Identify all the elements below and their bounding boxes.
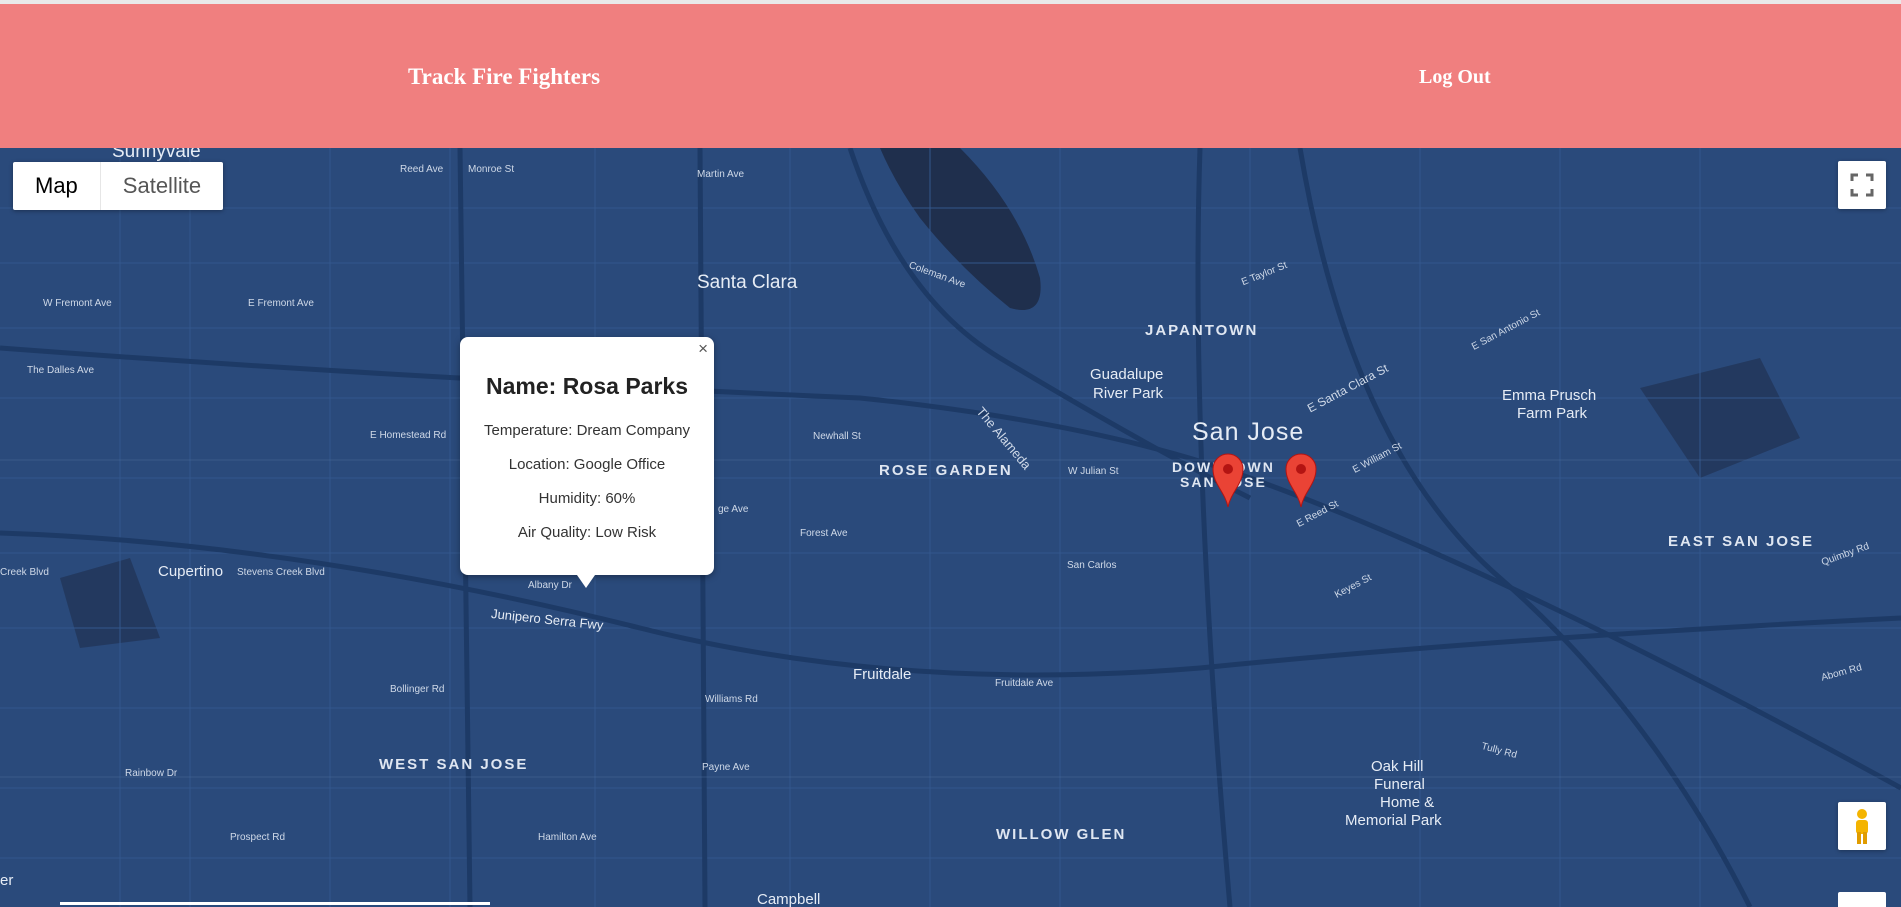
street-label: ge Ave	[718, 504, 749, 515]
label-campbell: Campbell	[757, 891, 821, 907]
label-emma-2: Farm Park	[1517, 405, 1588, 422]
marker-pin-icon	[1285, 453, 1317, 508]
label-oak-hill-4: Memorial Park	[1345, 812, 1442, 829]
logout-link[interactable]: Log Out	[1419, 66, 1491, 89]
street-label: Hamilton Ave	[538, 832, 597, 843]
street-label: Creek Blvd	[0, 567, 49, 578]
air-quality-text: Air Quality: Low Risk	[517, 524, 657, 541]
temperature-text: Temperature: Dream Company	[484, 422, 690, 439]
location-text: Location: Google Office	[508, 456, 666, 473]
map-type-satellite-button[interactable]: Satellite	[101, 162, 223, 210]
marker-info-window: × Name: Rosa Parks Temperature: Dream Co…	[460, 337, 714, 588]
label-river-park: River Park	[1093, 385, 1164, 402]
firefighter-name: Name: Rosa Parks	[486, 373, 688, 399]
map-canvas[interactable]: Sunnyvale Santa Clara JAPANTOWN Guadalup…	[0, 148, 1901, 907]
street-label: The Dalles Ave	[27, 365, 95, 376]
street-label: Forest Ave	[800, 528, 848, 539]
street-label: Reed Ave	[400, 164, 444, 175]
app-header: Track Fire Fighters Log Out	[0, 4, 1901, 148]
label-fruitdale: Fruitdale	[853, 666, 912, 683]
close-icon[interactable]: ×	[698, 339, 708, 359]
pegman-icon	[1856, 809, 1868, 844]
map-marker[interactable]	[1284, 452, 1318, 508]
label-santa-clara: Santa Clara	[697, 272, 798, 293]
street-label: Stevens Creek Blvd	[237, 567, 325, 578]
zoom-control[interactable]	[1838, 892, 1886, 907]
label-oak-hill-1: Oak Hill	[1371, 758, 1424, 775]
street-label: Albany Dr	[528, 580, 572, 591]
label-oak-hill-3: Home &	[1380, 794, 1435, 811]
street-label: Martin Ave	[697, 169, 745, 180]
fullscreen-icon	[1850, 173, 1874, 197]
label-west-san-jose: WEST SAN JOSE	[379, 756, 529, 773]
street-label: Williams Rd	[705, 694, 758, 705]
street-label: Bollinger Rd	[390, 684, 445, 695]
street-label: E Homestead Rd	[370, 430, 447, 441]
street-label: E Fremont Ave	[248, 298, 314, 309]
street-label: Payne Ave	[702, 762, 750, 773]
street-label: Monroe St	[468, 164, 515, 175]
humidity-text: Humidity: 60%	[538, 490, 636, 507]
marker-pin-icon	[1212, 453, 1244, 508]
label-rose-garden: ROSE GARDEN	[879, 462, 1013, 479]
street-label: er	[0, 872, 14, 889]
brand-title[interactable]: Track Fire Fighters	[408, 64, 600, 90]
street-label: San Carlos	[1067, 560, 1117, 571]
map-base	[0, 148, 1901, 907]
map-scale-bar	[60, 902, 490, 905]
street-label: W Fremont Ave	[43, 298, 112, 309]
street-label: W Julian St	[1068, 466, 1119, 477]
label-cupertino: Cupertino	[158, 563, 224, 580]
map-type-map-button[interactable]: Map	[13, 162, 101, 210]
label-sunnyvale: Sunnyvale	[112, 148, 201, 162]
label-east-san-jose: EAST SAN JOSE	[1668, 533, 1815, 550]
label-guadalupe: Guadalupe	[1090, 366, 1164, 383]
street-label: Newhall St	[813, 431, 861, 442]
map-type-control: Map Satellite	[13, 162, 224, 210]
label-oak-hill-2: Funeral	[1374, 776, 1425, 793]
fullscreen-button[interactable]	[1838, 161, 1886, 209]
street-label: Fruitdale Ave	[995, 678, 1054, 689]
label-san-jose: San Jose	[1192, 418, 1305, 446]
label-japantown: JAPANTOWN	[1145, 322, 1259, 339]
street-view-button[interactable]	[1838, 802, 1886, 850]
map-marker[interactable]	[1211, 452, 1245, 508]
label-willow-glen: WILLOW GLEN	[996, 826, 1127, 843]
street-label: Rainbow Dr	[125, 768, 178, 779]
label-emma-1: Emma Prusch	[1502, 387, 1597, 404]
street-label: Prospect Rd	[230, 832, 286, 843]
